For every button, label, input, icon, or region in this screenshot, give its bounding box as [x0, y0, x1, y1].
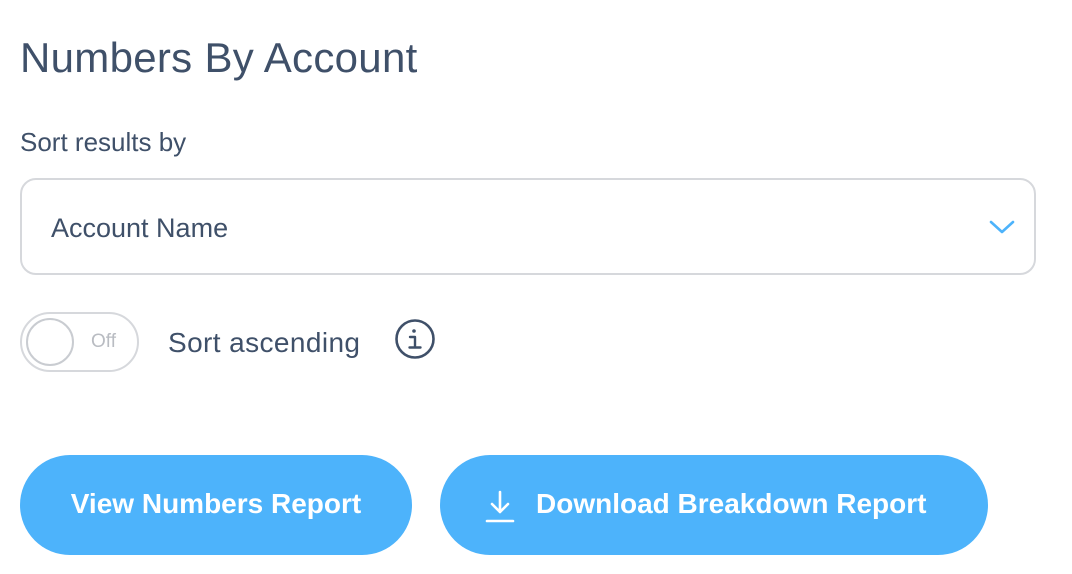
sort-results-label: Sort results by	[20, 127, 187, 157]
sort-ascending-label: Sort ascending	[168, 327, 361, 358]
sort-ascending-toggle[interactable]: Off	[20, 312, 139, 372]
view-numbers-report-button[interactable]: View Numbers Report	[20, 455, 412, 555]
sort-by-select[interactable]: Account Name	[20, 178, 1036, 275]
chevron-down-icon	[989, 220, 1015, 234]
info-icon[interactable]	[394, 318, 436, 360]
download-breakdown-report-button[interactable]: Download Breakdown Report	[440, 455, 988, 555]
page-title: Numbers By Account	[20, 34, 418, 81]
download-icon	[485, 490, 515, 523]
download-breakdown-report-label: Download Breakdown Report	[536, 488, 927, 519]
toggle-knob	[26, 318, 74, 366]
sort-by-selected-value: Account Name	[51, 213, 229, 243]
view-numbers-report-label: View Numbers Report	[70, 488, 362, 519]
numbers-by-account-panel: Numbers By Account Sort results by Accou…	[0, 0, 1072, 574]
toggle-state-text: Off	[91, 331, 116, 352]
